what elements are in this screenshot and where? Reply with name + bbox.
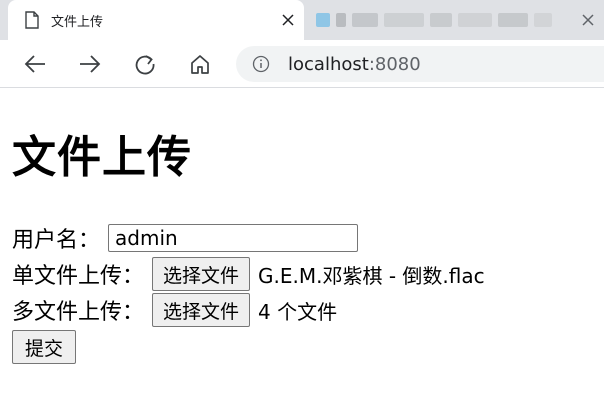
- multi-file-choose-button[interactable]: 选择文件: [152, 293, 251, 327]
- username-row: 用户名：: [12, 220, 592, 256]
- tab-title-blurred: [384, 13, 424, 27]
- username-label: 用户名：: [12, 228, 101, 253]
- page-title: 文件上传: [12, 132, 192, 183]
- reload-button[interactable]: [130, 49, 160, 79]
- single-file-status: G.E.M.邓紫棋 - 倒数.flac: [258, 263, 485, 288]
- tab-title-blurred: [458, 13, 492, 27]
- close-icon[interactable]: [578, 10, 598, 30]
- url-port: :8080: [368, 53, 421, 75]
- tab-favicon-blurred: [316, 13, 330, 27]
- close-icon[interactable]: [278, 10, 298, 30]
- arrow-left-icon: [24, 55, 45, 73]
- upload-form: 用户名： 单文件上传： 选择文件 G.E.M.邓紫棋 - 倒数.flac 多文件…: [12, 220, 592, 364]
- single-file-label: 单文件上传：: [12, 264, 145, 289]
- multi-file-status: 4 个文件: [258, 299, 338, 324]
- tab-title-blurred: [336, 13, 346, 27]
- home-button[interactable]: [185, 49, 215, 79]
- url-text: localhost:8080: [288, 54, 421, 75]
- tab-active[interactable]: 文件上传: [8, 0, 304, 40]
- multi-file-label: 多文件上传：: [12, 300, 145, 325]
- tab-inactive[interactable]: [312, 0, 604, 40]
- back-button[interactable]: [20, 49, 50, 79]
- forward-button[interactable]: [75, 49, 105, 79]
- tab-strip: 文件上传: [0, 0, 604, 40]
- tab-title-blurred: [352, 13, 378, 27]
- username-input[interactable]: [108, 224, 359, 252]
- tab-title-blurred: [430, 13, 452, 27]
- arrow-right-icon: [80, 55, 101, 73]
- info-icon[interactable]: [252, 55, 270, 73]
- home-icon: [191, 55, 209, 74]
- tab-title-blurred: [534, 13, 552, 27]
- reload-icon: [135, 55, 155, 75]
- browser-toolbar: localhost:8080: [0, 40, 604, 88]
- submit-button[interactable]: 提交: [12, 330, 77, 364]
- page-content: 文件上传 用户名： 单文件上传： 选择文件 G.E.M.邓紫棋 - 倒数.fla…: [12, 88, 592, 364]
- single-file-choose-button[interactable]: 选择文件: [152, 257, 251, 291]
- tab-title-blurred: [498, 13, 528, 27]
- page-icon: [25, 11, 39, 29]
- single-file-row: 单文件上传： 选择文件 G.E.M.邓紫棋 - 倒数.flac: [12, 256, 592, 292]
- multi-file-row: 多文件上传： 选择文件 4 个文件: [12, 292, 592, 328]
- url-host: localhost: [288, 53, 369, 75]
- address-bar[interactable]: localhost:8080: [236, 46, 604, 82]
- tab-title: 文件上传: [51, 14, 104, 30]
